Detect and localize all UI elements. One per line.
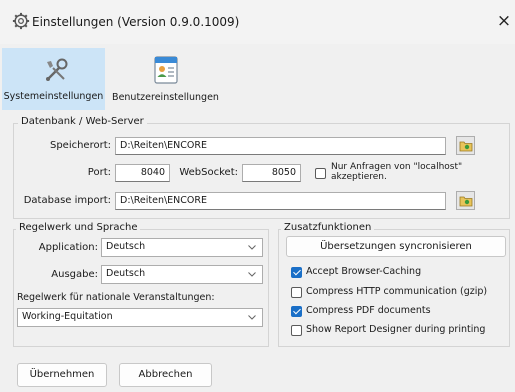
tab-benutzereinstellungen[interactable]: Benutzereinstellungen (107, 48, 224, 110)
output-label: Ausgabe: (51, 269, 98, 280)
chevron-down-icon (248, 245, 256, 250)
storage-label: Speicherort: (49, 140, 111, 151)
chevron-down-icon (248, 272, 256, 277)
apply-button[interactable]: Übernehmen (17, 363, 107, 387)
user-card-icon (154, 56, 178, 84)
national-rules-label: Regelwerk für nationale Veranstaltungen: (17, 292, 215, 303)
database-group-legend: Datenbank / Web-Server (18, 116, 147, 127)
websocket-label: WebSocket: (179, 167, 238, 178)
sync-translations-button[interactable]: Übersetzungen syncronisieren (286, 236, 506, 257)
output-language-value: Deutsch (106, 268, 146, 279)
localhost-only-label[interactable]: Nur Anfragen von "localhost" akzeptieren… (331, 162, 506, 182)
folder-icon (459, 196, 473, 207)
compress-http-checkbox[interactable] (291, 287, 302, 298)
application-language-value: Deutsch (106, 241, 146, 252)
database-import-label: Database import: (23, 195, 111, 206)
cancel-button[interactable]: Abbrechen (119, 363, 212, 387)
import-browse-button[interactable] (456, 191, 475, 210)
show-report-designer-checkbox[interactable] (291, 325, 302, 336)
tab-systemeinstellungen[interactable]: Systemeinstellungen (2, 48, 105, 110)
national-rules-value: Working-Equitation (22, 311, 113, 322)
storage-path-field[interactable]: D:\Reiten\ENCORE (115, 137, 446, 155)
localhost-only-checkbox[interactable] (315, 168, 326, 179)
compress-pdf-checkbox[interactable] (291, 306, 302, 317)
tab-label: Benutzereinstellungen (112, 92, 219, 103)
database-import-field[interactable]: D:\Reiten\ENCORE (115, 192, 446, 210)
close-button[interactable]: × (494, 10, 514, 32)
title-bar: Einstellungen (Version 0.9.0.1009) × (0, 0, 515, 44)
gear-icon (12, 12, 30, 30)
compress-pdf-label[interactable]: Compress PDF documents (306, 305, 431, 316)
compress-http-label[interactable]: Compress HTTP communication (gzip) (306, 286, 487, 297)
output-language-select[interactable]: Deutsch (101, 265, 263, 284)
websocket-field[interactable]: 8050 (242, 164, 301, 182)
folder-icon (459, 141, 473, 152)
rules-language-legend: Regelwerk und Sprache (16, 222, 141, 233)
accept-browser-caching-checkbox[interactable] (291, 267, 302, 278)
tab-label: Systemeinstellungen (3, 91, 104, 102)
accept-browser-caching-label[interactable]: Accept Browser-Caching (306, 266, 421, 277)
show-report-designer-label[interactable]: Show Report Designer during printing (306, 324, 485, 335)
application-label: Application: (38, 242, 98, 253)
extra-functions-legend: Zusatzfunktionen (281, 222, 375, 233)
port-label: Port: (87, 167, 111, 178)
chevron-down-icon (248, 315, 256, 320)
storage-browse-button[interactable] (456, 136, 475, 155)
tools-icon (46, 58, 68, 81)
application-language-select[interactable]: Deutsch (101, 238, 263, 257)
national-rules-select[interactable]: Working-Equitation (17, 308, 263, 327)
window-title: Einstellungen (Version 0.9.0.1009) (32, 15, 240, 29)
port-field[interactable]: 8040 (115, 164, 170, 182)
